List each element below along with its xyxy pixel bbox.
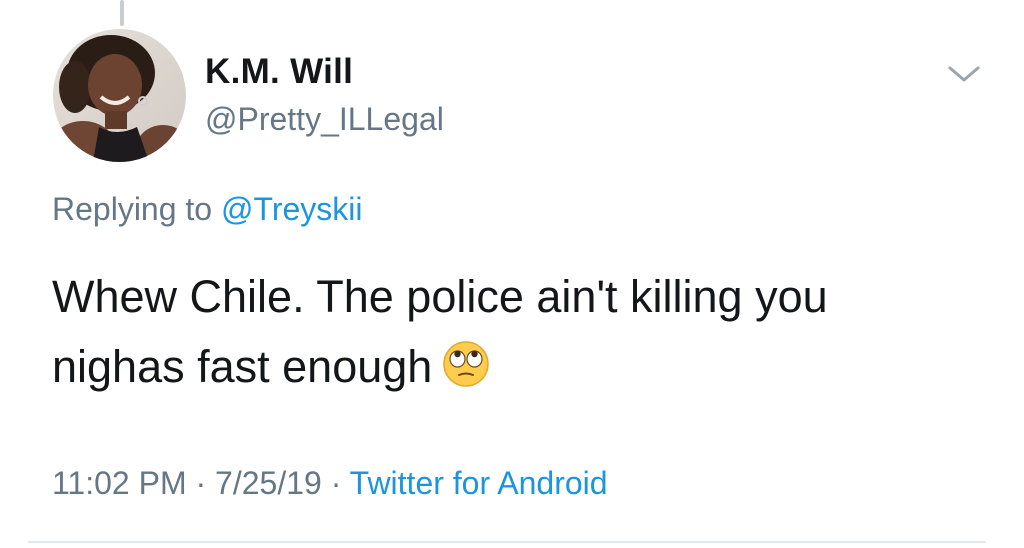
tweet-text-line-2-wrapper: nighas fast enough — [52, 332, 982, 402]
tweet-date[interactable]: 7/25/19 — [215, 465, 322, 501]
tweet-text-line-2: nighas fast enough — [52, 341, 433, 392]
replying-to-line: Replying to @Treyskii — [52, 190, 363, 228]
avatar[interactable] — [53, 29, 186, 162]
user-handle[interactable]: @Pretty_ILLegal — [205, 100, 444, 138]
avatar-photo — [53, 29, 186, 162]
thread-connector-line — [120, 0, 124, 26]
tweet-time[interactable]: 11:02 PM — [52, 465, 187, 501]
replying-prefix: Replying to — [52, 191, 221, 227]
tweet-metadata: 11:02 PM · 7/25/19 · Twitter for Android — [52, 463, 608, 503]
tweet-text-line-1: Whew Chile. The police ain't killing you — [52, 271, 828, 322]
meta-separator-2: · — [321, 465, 350, 501]
tweet-source-link[interactable]: Twitter for Android — [350, 465, 608, 501]
divider — [28, 541, 986, 543]
face-with-rolling-eyes-icon — [443, 341, 490, 387]
meta-separator-1: · — [186, 465, 216, 501]
replying-mention-link[interactable]: @Treyskii — [221, 191, 363, 227]
display-name[interactable]: K.M. Will — [205, 52, 353, 92]
tweet-text: Whew Chile. The police ain't killing you… — [52, 262, 982, 402]
chevron-down-icon[interactable] — [946, 62, 982, 86]
